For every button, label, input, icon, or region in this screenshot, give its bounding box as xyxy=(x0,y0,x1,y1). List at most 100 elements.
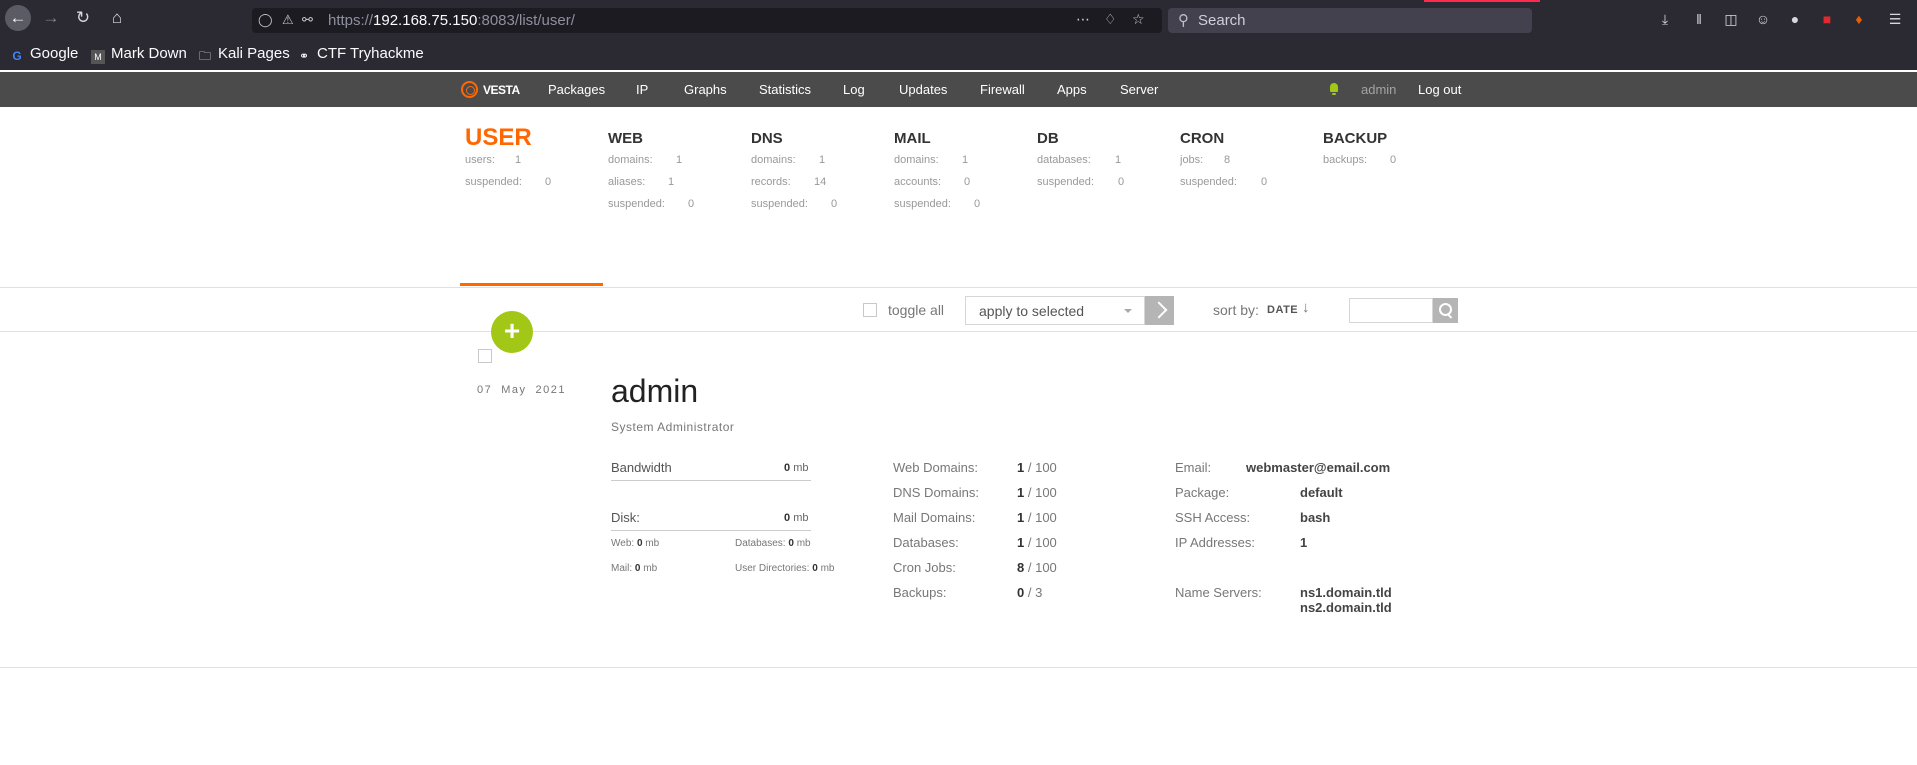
tab-stat: suspended: 0 xyxy=(465,176,552,188)
sort-value[interactable]: DATE xyxy=(1267,304,1298,316)
limit-value: 1 / 100 xyxy=(1017,535,1057,550)
folder-icon: 🗀 xyxy=(198,49,211,63)
limit-label: DNS Domains: xyxy=(893,485,979,500)
reload-button[interactable]: ↻ xyxy=(70,5,96,31)
tab-mail[interactable]: MAIL domains: 1 accounts: 0 suspended: 0 xyxy=(894,130,981,220)
active-tab-underline xyxy=(460,283,603,286)
nav-server[interactable]: Server xyxy=(1120,82,1158,97)
extension-dark-icon[interactable]: ● xyxy=(1786,10,1804,28)
search-placeholder: Search xyxy=(1198,12,1246,29)
tab-backup[interactable]: BACKUP backups: 0 xyxy=(1323,130,1397,176)
tab-cron[interactable]: CRON jobs: 8 suspended: 0 xyxy=(1180,130,1267,198)
tab-title: CRON xyxy=(1180,130,1225,147)
bulk-action-select[interactable]: apply to selected xyxy=(965,296,1145,325)
limit-label: Databases: xyxy=(893,535,959,550)
limit-label: Backups: xyxy=(893,585,947,600)
tab-stat: suspended: 0 xyxy=(894,198,981,210)
limit-value: 1 / 100 xyxy=(1017,485,1057,500)
sidebar-icon[interactable]: ◫ xyxy=(1722,10,1740,28)
markdown-icon: M xyxy=(91,50,105,64)
user-select-checkbox[interactable] xyxy=(478,349,492,363)
toggle-all-checkbox[interactable] xyxy=(863,303,877,317)
bookmark-kali-pages[interactable]: 🗀 Kali Pages xyxy=(198,45,290,63)
nav-username[interactable]: admin xyxy=(1361,82,1396,97)
url-bar[interactable]: ◯ ⚠ ⚯ https://192.168.75.150:8083/list/u… xyxy=(252,8,1162,33)
extension-red-icon[interactable]: ■ xyxy=(1818,10,1836,28)
tab-stat: backups: 0 xyxy=(1323,154,1397,166)
extension-fox-icon[interactable]: ♦ xyxy=(1850,10,1868,28)
disk-value: 0 mb xyxy=(784,512,809,524)
limit-label: Web Domains: xyxy=(893,460,979,475)
tab-stat: records: 14 xyxy=(751,176,827,188)
user-fullname: System Administrator xyxy=(611,420,735,434)
tab-web[interactable]: WEB domains: 1 aliases: 1 suspended: 0 xyxy=(608,130,694,220)
tab-indicator xyxy=(1424,0,1540,2)
bookmark-mark-down[interactable]: M Mark Down xyxy=(91,45,187,64)
globe-icon: ⚭ xyxy=(298,49,310,63)
tab-title: DNS xyxy=(751,130,783,147)
nav-packages[interactable]: Packages xyxy=(548,82,605,97)
limit-value: 8 / 100 xyxy=(1017,560,1057,575)
ip-value: 1 xyxy=(1300,535,1308,550)
toggle-all-label[interactable]: toggle all xyxy=(888,302,944,318)
package-value: default xyxy=(1300,485,1343,500)
apply-button[interactable] xyxy=(1145,296,1174,325)
limit-value: 0 / 3 xyxy=(1017,585,1043,600)
search-button[interactable] xyxy=(1433,298,1458,323)
nav-graphs[interactable]: Graphs xyxy=(684,82,727,97)
nav-ip[interactable]: IP xyxy=(636,82,648,97)
bookmark-google[interactable]: G Google xyxy=(10,45,78,63)
bookmark-star-icon[interactable]: ☆ xyxy=(1132,11,1145,28)
disk-bar xyxy=(611,530,811,531)
tab-dns[interactable]: DNS domains: 1 records: 14 suspended: 0 xyxy=(751,130,838,220)
pocket-icon[interactable]: ♢ xyxy=(1104,11,1117,28)
nav-firewall[interactable]: Firewall xyxy=(980,82,1025,97)
ssh-label: SSH Access: xyxy=(1175,510,1251,525)
bookmarks-bar: G Google M Mark Down 🗀 Kali Pages ⚭ CTF Tryh… xyxy=(0,36,1917,70)
nav-statistics[interactable]: Statistics xyxy=(759,82,811,97)
bell-icon[interactable] xyxy=(1329,83,1339,95)
divider xyxy=(0,667,1917,668)
limit-label: Cron Jobs: xyxy=(893,560,956,575)
library-icon[interactable]: ‖ xyxy=(1690,10,1708,28)
tab-stat: jobs: 8 xyxy=(1180,154,1231,166)
nav-log[interactable]: Log xyxy=(843,82,865,97)
tab-user[interactable]: USER users: 1 suspended: 0 xyxy=(465,124,552,198)
shield-icon[interactable]: ◯ xyxy=(258,12,273,28)
tab-db[interactable]: DB databases: 1 suspended: 0 xyxy=(1037,130,1124,198)
key-icon[interactable]: ⚯ xyxy=(302,12,313,28)
bookmark-ctf-tryhackme[interactable]: ⚭ CTF Tryhackme xyxy=(297,45,424,63)
tab-stat: suspended: 0 xyxy=(751,198,838,210)
lock-warning-icon[interactable]: ⚠ xyxy=(282,12,294,28)
download-icon[interactable]: ⤓ xyxy=(1656,10,1674,28)
account-icon[interactable]: ☺ xyxy=(1754,10,1772,28)
google-icon: G xyxy=(12,49,22,63)
back-button[interactable]: ← xyxy=(5,5,31,31)
tab-stat: databases: 1 xyxy=(1037,154,1122,166)
logout-link[interactable]: Log out xyxy=(1418,82,1461,97)
tab-title: USER xyxy=(465,124,532,151)
disk-label: Disk: xyxy=(611,510,640,525)
forward-button[interactable]: → xyxy=(38,5,64,31)
page-actions-icon[interactable]: ⋯ xyxy=(1076,11,1090,28)
bandwidth-label: Bandwidth xyxy=(611,460,672,475)
menu-icon[interactable]: ☰ xyxy=(1886,10,1904,28)
bandwidth-bar xyxy=(611,480,811,481)
package-label: Package: xyxy=(1175,485,1230,500)
search-input[interactable] xyxy=(1349,298,1433,323)
user-name[interactable]: admin xyxy=(611,373,698,410)
add-user-button[interactable]: + xyxy=(491,311,533,353)
tab-title: BACKUP xyxy=(1323,130,1388,147)
home-button[interactable]: ⌂ xyxy=(104,5,130,31)
search-bar[interactable]: ⚲ Search xyxy=(1168,8,1532,33)
chevron-down-icon xyxy=(1124,309,1132,313)
disk-user-directories: User Directories: 0 mb xyxy=(735,563,835,574)
url-text[interactable]: https://192.168.75.150:8083/list/user/ xyxy=(328,12,575,29)
nav-apps[interactable]: Apps xyxy=(1057,82,1087,97)
sort-arrow-icon[interactable]: ↓ xyxy=(1302,299,1310,316)
nameservers-label: Name Servers: xyxy=(1175,585,1262,600)
tab-stat: aliases: 1 xyxy=(608,176,675,188)
sort-label: sort by: xyxy=(1213,302,1259,318)
nav-updates[interactable]: Updates xyxy=(899,82,947,97)
tab-stat: domains: 1 xyxy=(894,154,969,166)
